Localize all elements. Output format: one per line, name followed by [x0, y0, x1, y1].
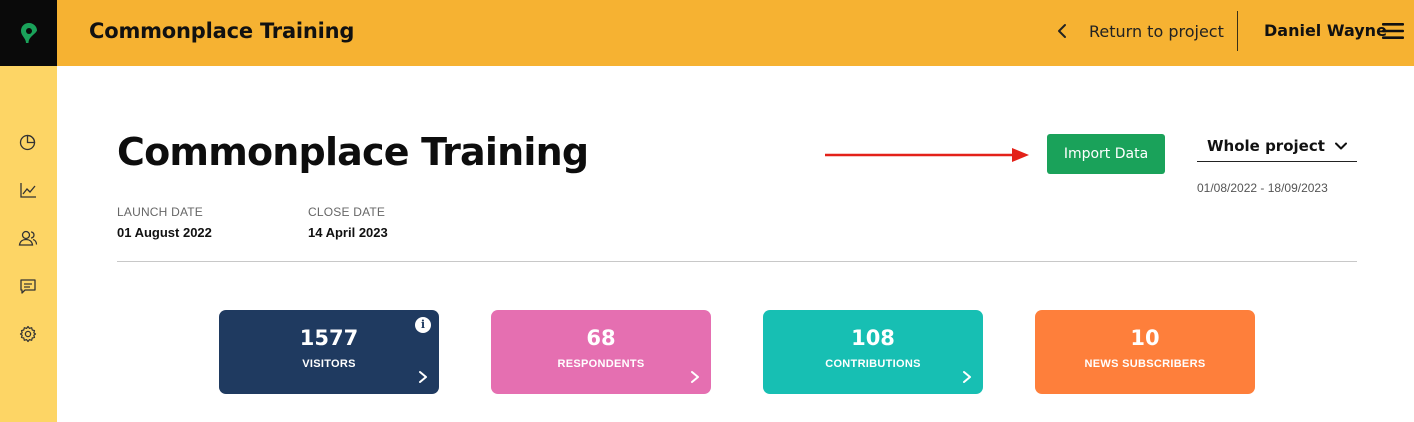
launch-date-label: LAUNCH DATE: [117, 205, 203, 219]
chevron-left-icon: [1058, 24, 1066, 38]
chevron-right-icon: [691, 371, 699, 383]
stat-label: RESPONDENTS: [557, 358, 645, 370]
commonplace-logo-icon: [20, 23, 37, 43]
stat-card-respondents[interactable]: 68 RESPONDENTS: [491, 310, 711, 394]
stat-value: 10: [1130, 326, 1160, 350]
user-name[interactable]: Daniel Wayne: [1264, 21, 1387, 40]
stat-value: 68: [586, 326, 616, 350]
return-to-project-link[interactable]: Return to project: [1057, 18, 1224, 44]
sidebar-item-analytics[interactable]: [16, 178, 40, 202]
chevron-right-icon: [419, 371, 427, 383]
close-date-value: 14 April 2023: [308, 225, 388, 240]
sidebar: [0, 66, 57, 422]
logo[interactable]: [0, 0, 57, 66]
date-range: 01/08/2022 - 18/09/2023: [1197, 181, 1328, 195]
annotation-arrow-icon: [825, 148, 1029, 162]
top-bar: Commonplace Training Return to project D…: [57, 0, 1414, 66]
stat-value: 108: [851, 326, 895, 350]
launch-date-value: 01 August 2022: [117, 225, 212, 240]
period-select-value: Whole project: [1207, 136, 1325, 155]
chevron-down-icon: [1335, 142, 1347, 149]
sidebar-item-overview[interactable]: [16, 130, 40, 154]
page-title: Commonplace Training: [117, 130, 589, 174]
hamburger-menu-icon: [1382, 23, 1404, 39]
close-date-label: CLOSE DATE: [308, 205, 386, 219]
sidebar-item-settings[interactable]: [16, 322, 40, 346]
period-select[interactable]: Whole project: [1197, 134, 1357, 162]
info-icon[interactable]: i: [415, 317, 431, 333]
stat-label: VISITORS: [302, 358, 356, 370]
app-title: Commonplace Training: [89, 19, 355, 43]
hamburger-menu-button[interactable]: [1381, 21, 1405, 41]
import-data-button[interactable]: Import Data: [1047, 134, 1165, 174]
sidebar-item-comments[interactable]: [16, 274, 40, 298]
stat-card-visitors[interactable]: 1577 VISITORS i: [219, 310, 439, 394]
stat-card-contributions[interactable]: 108 CONTRIBUTIONS: [763, 310, 983, 394]
section-divider: [117, 261, 1357, 262]
header-divider: [1237, 11, 1238, 51]
return-to-project-label: Return to project: [1089, 21, 1224, 41]
settings-gear-icon: [19, 325, 37, 343]
stat-value: 1577: [299, 326, 359, 350]
chevron-right-icon: [963, 371, 971, 383]
people-icon: [18, 230, 38, 246]
pie-chart-icon: [19, 134, 36, 151]
line-chart-icon: [20, 183, 36, 198]
stat-card-news-subscribers[interactable]: 10 NEWS SUBSCRIBERS: [1035, 310, 1255, 394]
sidebar-item-people[interactable]: [16, 226, 40, 250]
stat-label: NEWS SUBSCRIBERS: [1084, 358, 1206, 370]
comments-icon: [20, 279, 36, 294]
stat-label: CONTRIBUTIONS: [825, 358, 921, 370]
